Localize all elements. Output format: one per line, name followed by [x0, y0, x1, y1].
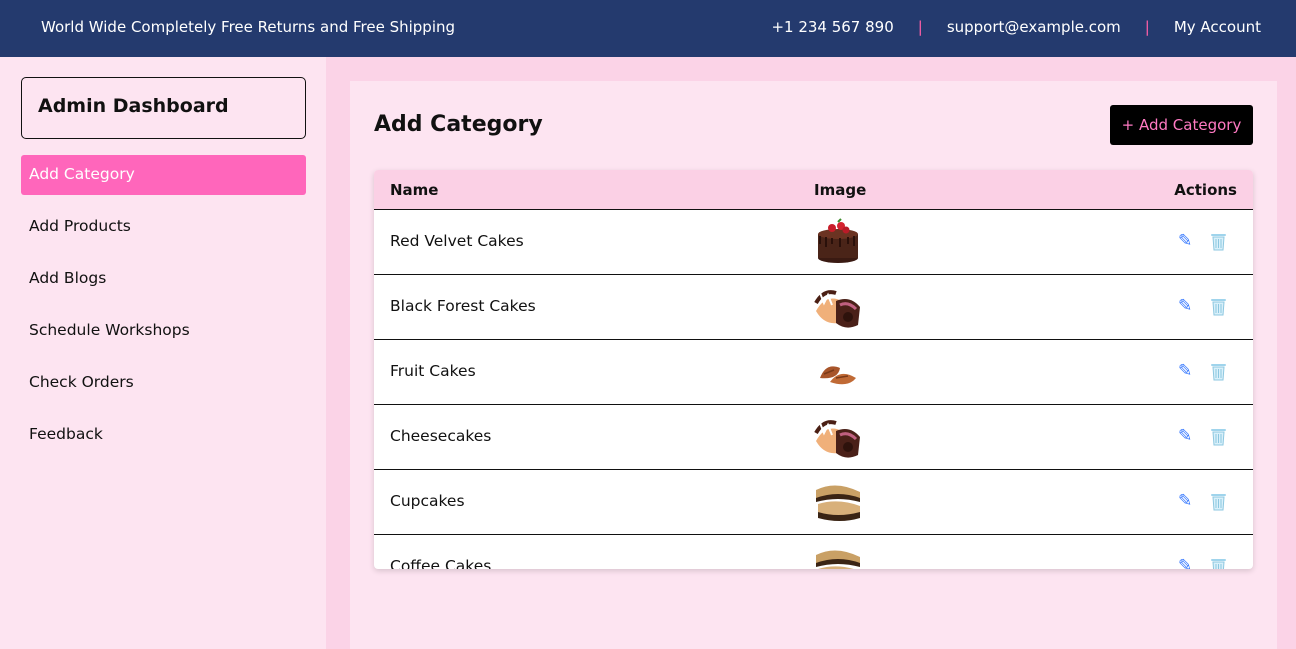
category-name: Black Forest Cakes	[390, 297, 536, 315]
sidebar-item-add-blogs[interactable]: Add Blogs	[21, 259, 306, 299]
sidebar-item-schedule-workshops[interactable]: Schedule Workshops	[21, 311, 306, 351]
sidebar-item-add-products[interactable]: Add Products	[21, 207, 306, 247]
trash-icon[interactable]	[1210, 362, 1227, 381]
sidebar-item-feedback[interactable]: Feedback	[21, 415, 306, 455]
pencil-icon[interactable]: ✎	[1178, 231, 1192, 251]
table-row: Black Forest Cakes ✎	[374, 275, 1253, 340]
table-row: Red Velvet Cakes ✎	[374, 210, 1253, 275]
table-row: Cheesecakes ✎	[374, 405, 1253, 470]
pastry-image	[814, 348, 862, 396]
trash-icon[interactable]	[1210, 427, 1227, 446]
trash-icon[interactable]	[1210, 492, 1227, 511]
separator: |	[917, 18, 923, 36]
trash-icon[interactable]	[1210, 297, 1227, 316]
sidebar-title: Admin Dashboard	[21, 77, 306, 139]
sidebar-item-check-orders[interactable]: Check Orders	[21, 363, 306, 403]
pencil-icon[interactable]: ✎	[1178, 491, 1192, 511]
pencil-icon[interactable]: ✎	[1178, 296, 1192, 316]
table-row: Coffee Cakes ✎	[374, 535, 1253, 569]
layered-bars-image	[814, 543, 862, 569]
chocolate-cake-image	[814, 218, 862, 266]
sidebar: Admin Dashboard Add Category Add Product…	[0, 57, 326, 649]
sidebar-nav: Add Category Add Products Add Blogs Sche…	[21, 155, 306, 467]
trash-icon[interactable]	[1210, 557, 1227, 569]
top-bar-links: +1 234 567 890 | support@example.com | M…	[771, 18, 1261, 36]
trash-icon[interactable]	[1210, 232, 1227, 251]
table-row: Cupcakes ✎	[374, 470, 1253, 535]
column-header-name: Name	[390, 181, 439, 199]
support-email-link[interactable]: support@example.com	[947, 18, 1121, 36]
category-table[interactable]: Name Image Actions Red Velvet Cakes ✎ Bl…	[374, 170, 1253, 569]
column-header-image: Image	[814, 181, 867, 199]
table-header: Name Image Actions	[374, 170, 1253, 210]
layered-bars-image	[814, 478, 862, 526]
my-account-link[interactable]: My Account	[1174, 18, 1261, 36]
category-name: Fruit Cakes	[390, 362, 476, 380]
category-name: Coffee Cakes	[390, 557, 492, 569]
category-name: Red Velvet Cakes	[390, 232, 524, 250]
separator: |	[1144, 18, 1150, 36]
cake-slices-image	[814, 413, 862, 461]
sidebar-item-add-category[interactable]: Add Category	[21, 155, 306, 195]
page-title: Add Category	[374, 112, 543, 137]
cake-slices-image	[814, 283, 862, 331]
pencil-icon[interactable]: ✎	[1178, 556, 1192, 569]
category-name: Cheesecakes	[390, 427, 492, 445]
promo-text: World Wide Completely Free Returns and F…	[41, 18, 456, 36]
main-panel: Add Category + Add Category Name Image A…	[350, 81, 1277, 649]
add-category-button[interactable]: + Add Category	[1110, 105, 1253, 145]
top-bar: World Wide Completely Free Returns and F…	[0, 0, 1296, 57]
pencil-icon[interactable]: ✎	[1178, 426, 1192, 446]
table-row: Fruit Cakes ✎	[374, 340, 1253, 405]
phone-number: +1 234 567 890	[771, 18, 894, 36]
column-header-actions: Actions	[1174, 181, 1237, 199]
pencil-icon[interactable]: ✎	[1178, 361, 1192, 381]
category-name: Cupcakes	[390, 492, 465, 510]
